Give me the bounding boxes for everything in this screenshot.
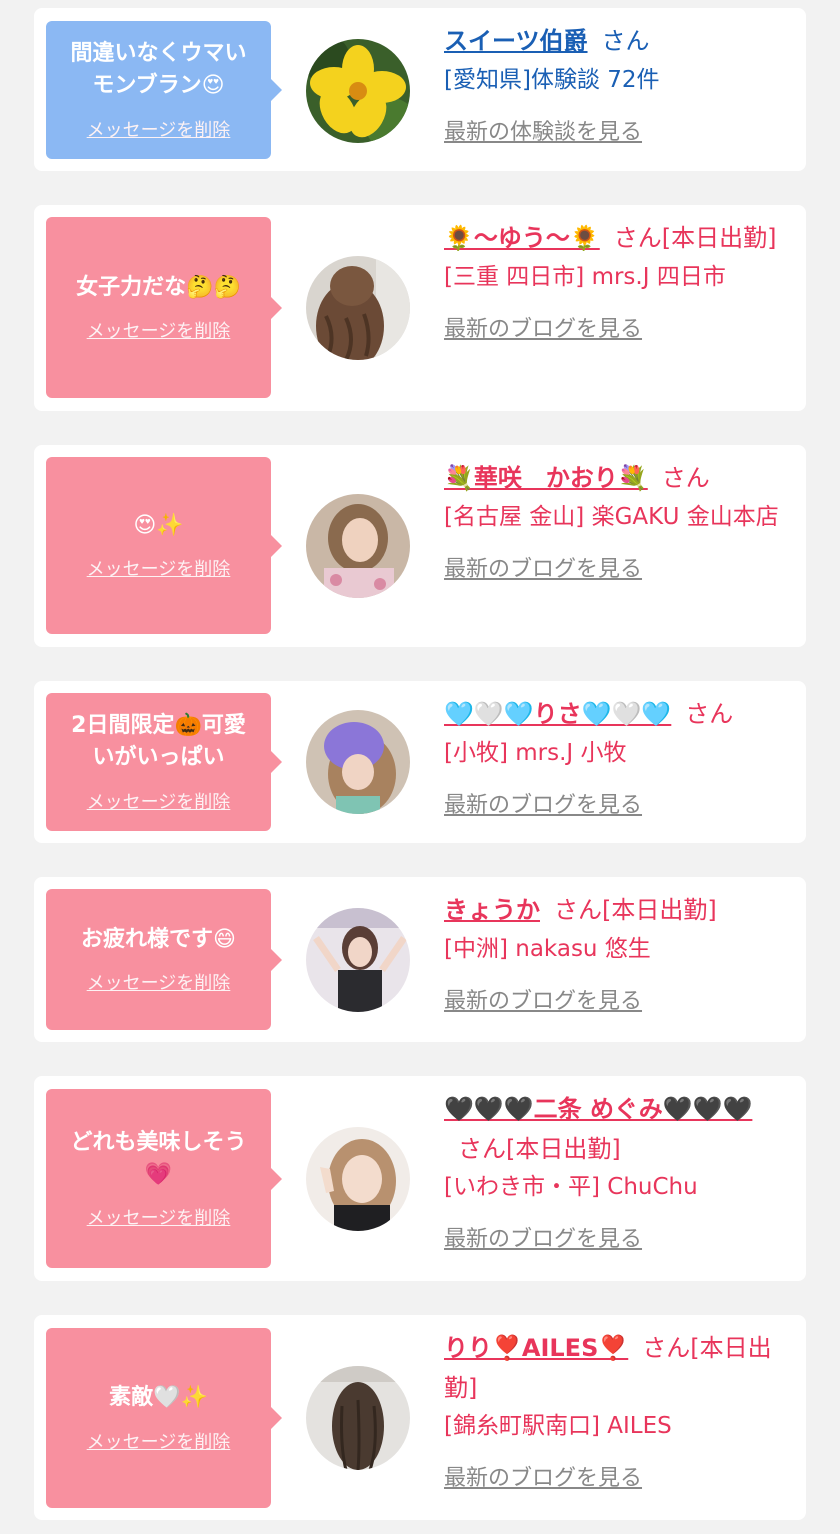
name-suffix: さん[本日出勤] [613,224,777,252]
avatar[interactable] [306,494,410,598]
latest-blog-link[interactable]: 最新のブログを見る [444,551,789,583]
user-name-link[interactable]: きょうか [444,896,540,924]
shop-info: [いわき市・平] ChuChu [444,1174,698,1201]
user-name-link[interactable]: スイーツ伯爵 [444,27,588,55]
avatar[interactable] [306,1366,410,1470]
name-suffix: さん [685,700,734,728]
latest-blog-link[interactable]: 最新のブログを見る [444,787,789,819]
message-bubble: 2日間限定🎃可愛 いがいっぱい メッセージを削除 [46,693,282,831]
message-bubble: どれも美味しそう 💗 メッセージを削除 [46,1089,282,1268]
avatar[interactable] [306,256,410,360]
message-text: 2日間限定🎃可愛 いがいっぱい [71,713,246,770]
message-text: 😍✨ [133,512,184,538]
user-info: りり❣️AILES❣️ さん[本日出勤] [錦糸町駅南口] AILES 最新のブロ… [444,1329,789,1492]
message-text: 素敵🤍✨ [109,1385,208,1411]
latest-blog-link[interactable]: 最新のブログを見る [444,1460,789,1492]
latest-blog-link[interactable]: 最新のブログを見る [444,1221,789,1253]
delete-message-link[interactable]: メッセージを削除 [87,1428,231,1454]
list-item: 😍✨ メッセージを削除 💐華咲 かおり💐 さん [名古屋 金山] 楽GAKU 金山… [34,445,806,647]
user-name-link[interactable]: 🖤🖤🖤二条 めぐみ🖤🖤🖤 [444,1095,752,1123]
name-suffix: さん[本日出勤] [554,896,717,924]
shop-info: [愛知県]体験談 72件 [444,66,660,93]
shop-info: [名古屋 金山] 楽GAKU 金山本店 [444,503,779,530]
message-text: どれも美味しそう 💗 [70,1129,247,1187]
shop-info: [中洲] nakasu 悠生 [444,935,651,962]
user-name-link[interactable]: 🌻〜ゆう〜🌻 [444,224,600,252]
message-bubble: お疲れ様です😄 メッセージを削除 [46,889,282,1030]
message-text: 女子力だな🤔🤔 [76,274,241,300]
delete-message-link[interactable]: メッセージを削除 [87,317,231,343]
user-info: 🖤🖤🖤二条 めぐみ🖤🖤🖤 さん[本日出勤] [いわき市・平] ChuChu 最新の… [444,1090,789,1253]
list-item: どれも美味しそう 💗 メッセージを削除 🖤🖤🖤二条 めぐみ🖤🖤🖤 さん[本日出勤]… [34,1076,806,1281]
name-suffix: さん[本日出勤] [458,1134,621,1163]
delete-message-link[interactable]: メッセージを削除 [87,1204,231,1230]
delete-message-link[interactable]: メッセージを削除 [87,116,231,142]
user-name-link[interactable]: 💐華咲 かおり💐 [444,464,648,492]
shop-info: [錦糸町駅南口] AILES [444,1413,672,1440]
user-info: きょうか さん[本日出勤] [中洲] nakasu 悠生 最新のブログを見る [444,891,789,1015]
message-list: 間違いなくウマい モンブラン😍 メッセージを削除 スイーツ伯爵 さん [愛知県]… [0,0,840,1534]
list-item: 間違いなくウマい モンブラン😍 メッセージを削除 スイーツ伯爵 さん [愛知県]… [34,8,806,171]
list-item: お疲れ様です😄 メッセージを削除 きょうか さん[本日出勤] [中洲] nakas… [34,877,806,1042]
user-info: 🩵🤍🩵りさ🩵🤍🩵 さん [小牧] mrs.J 小牧 最新のブログを見る [444,695,789,819]
latest-review-link[interactable]: 最新の体験談を見る [444,114,789,146]
delete-message-link[interactable]: メッセージを削除 [87,555,231,581]
avatar[interactable] [306,710,410,814]
latest-blog-link[interactable]: 最新のブログを見る [444,311,789,343]
user-info: スイーツ伯爵 さん [愛知県]体験談 72件 最新の体験談を見る [444,22,789,146]
avatar[interactable] [306,39,410,143]
avatar[interactable] [306,908,410,1012]
shop-info: [三重 四日市] mrs.J 四日市 [444,263,726,290]
user-name-link[interactable]: 🩵🤍🩵りさ🩵🤍🩵 [444,700,671,728]
name-suffix: さん [661,464,710,492]
message-bubble: 女子力だな🤔🤔 メッセージを削除 [46,217,282,398]
message-bubble: 😍✨ メッセージを削除 [46,457,282,634]
user-name-link[interactable]: りり❣️AILES❣️ [444,1334,628,1362]
delete-message-link[interactable]: メッセージを削除 [87,969,231,995]
message-bubble: 素敵🤍✨ メッセージを削除 [46,1328,282,1508]
message-text: お疲れ様です😄 [81,926,236,952]
avatar[interactable] [306,1127,410,1231]
list-item: 2日間限定🎃可愛 いがいっぱい メッセージを削除 🩵🤍🩵りさ🩵🤍🩵 さん [小牧]… [34,681,806,843]
message-bubble: 間違いなくウマい モンブラン😍 メッセージを削除 [46,21,282,159]
user-info: 🌻〜ゆう〜🌻 さん[本日出勤] [三重 四日市] mrs.J 四日市 最新のブログ… [444,219,789,343]
delete-message-link[interactable]: メッセージを削除 [87,788,231,814]
user-info: 💐華咲 かおり💐 さん [名古屋 金山] 楽GAKU 金山本店 最新のブログを見る [444,459,789,583]
list-item: 素敵🤍✨ メッセージを削除 りり❣️AILES❣️ さん[本日出勤] [錦糸町駅南… [34,1315,806,1520]
name-suffix: さん [601,27,650,55]
list-item: 女子力だな🤔🤔 メッセージを削除 🌻〜ゆう〜🌻 さん[本日出勤] [三重 四日市]… [34,205,806,411]
latest-blog-link[interactable]: 最新のブログを見る [444,983,789,1015]
shop-info: [小牧] mrs.J 小牧 [444,739,627,766]
message-text: 間違いなくウマい モンブラン😍 [70,41,247,98]
